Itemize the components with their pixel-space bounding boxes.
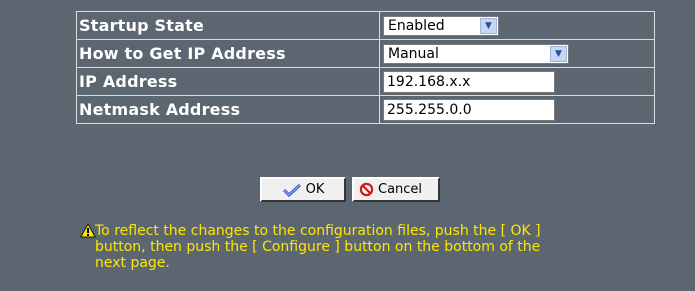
table-row-netmask: Netmask Address 255.255.0.0 bbox=[76, 95, 655, 124]
ip-method-value: Manual bbox=[388, 45, 439, 62]
table-row-ip-method: How to Get IP Address Manual ▼ bbox=[76, 39, 655, 68]
ip-address-cell: 192.168.x.x bbox=[379, 67, 655, 96]
ip-method-select[interactable]: Manual ▼ bbox=[383, 43, 569, 64]
ok-button-label: OK bbox=[305, 182, 325, 197]
prohibited-icon bbox=[359, 182, 374, 197]
cancel-button[interactable]: Cancel bbox=[352, 177, 440, 202]
ip-method-label: How to Get IP Address bbox=[76, 39, 380, 68]
ip-address-label: IP Address bbox=[76, 67, 380, 96]
ip-method-cell: Manual ▼ bbox=[379, 39, 655, 68]
notice-message: To reflect the changes to the configurat… bbox=[79, 222, 660, 271]
netmask-input[interactable]: 255.255.0.0 bbox=[383, 98, 555, 121]
startup-state-label: Startup State bbox=[76, 11, 380, 40]
notice-text: To reflect the changes to the configurat… bbox=[95, 223, 541, 271]
ip-address-input[interactable]: 192.168.x.x bbox=[383, 70, 555, 93]
network-settings-table: Startup State Enabled ▼ How to Get IP Ad… bbox=[76, 11, 655, 124]
warning-icon bbox=[79, 222, 97, 242]
ok-button[interactable]: OK bbox=[260, 177, 346, 202]
netmask-label: Netmask Address bbox=[76, 95, 380, 124]
table-row-ip-address: IP Address 192.168.x.x bbox=[76, 67, 655, 96]
chevron-down-icon[interactable]: ▼ bbox=[550, 45, 567, 62]
startup-state-select[interactable]: Enabled ▼ bbox=[383, 15, 499, 36]
cancel-button-label: Cancel bbox=[378, 182, 423, 197]
startup-state-value: Enabled bbox=[388, 17, 445, 34]
action-buttons: OK Cancel bbox=[260, 177, 440, 202]
startup-state-cell: Enabled ▼ bbox=[379, 11, 655, 40]
netmask-cell: 255.255.0.0 bbox=[379, 95, 655, 124]
table-row-startup-state: Startup State Enabled ▼ bbox=[76, 11, 655, 40]
chevron-down-icon[interactable]: ▼ bbox=[480, 17, 497, 34]
checkmark-icon bbox=[282, 183, 302, 197]
